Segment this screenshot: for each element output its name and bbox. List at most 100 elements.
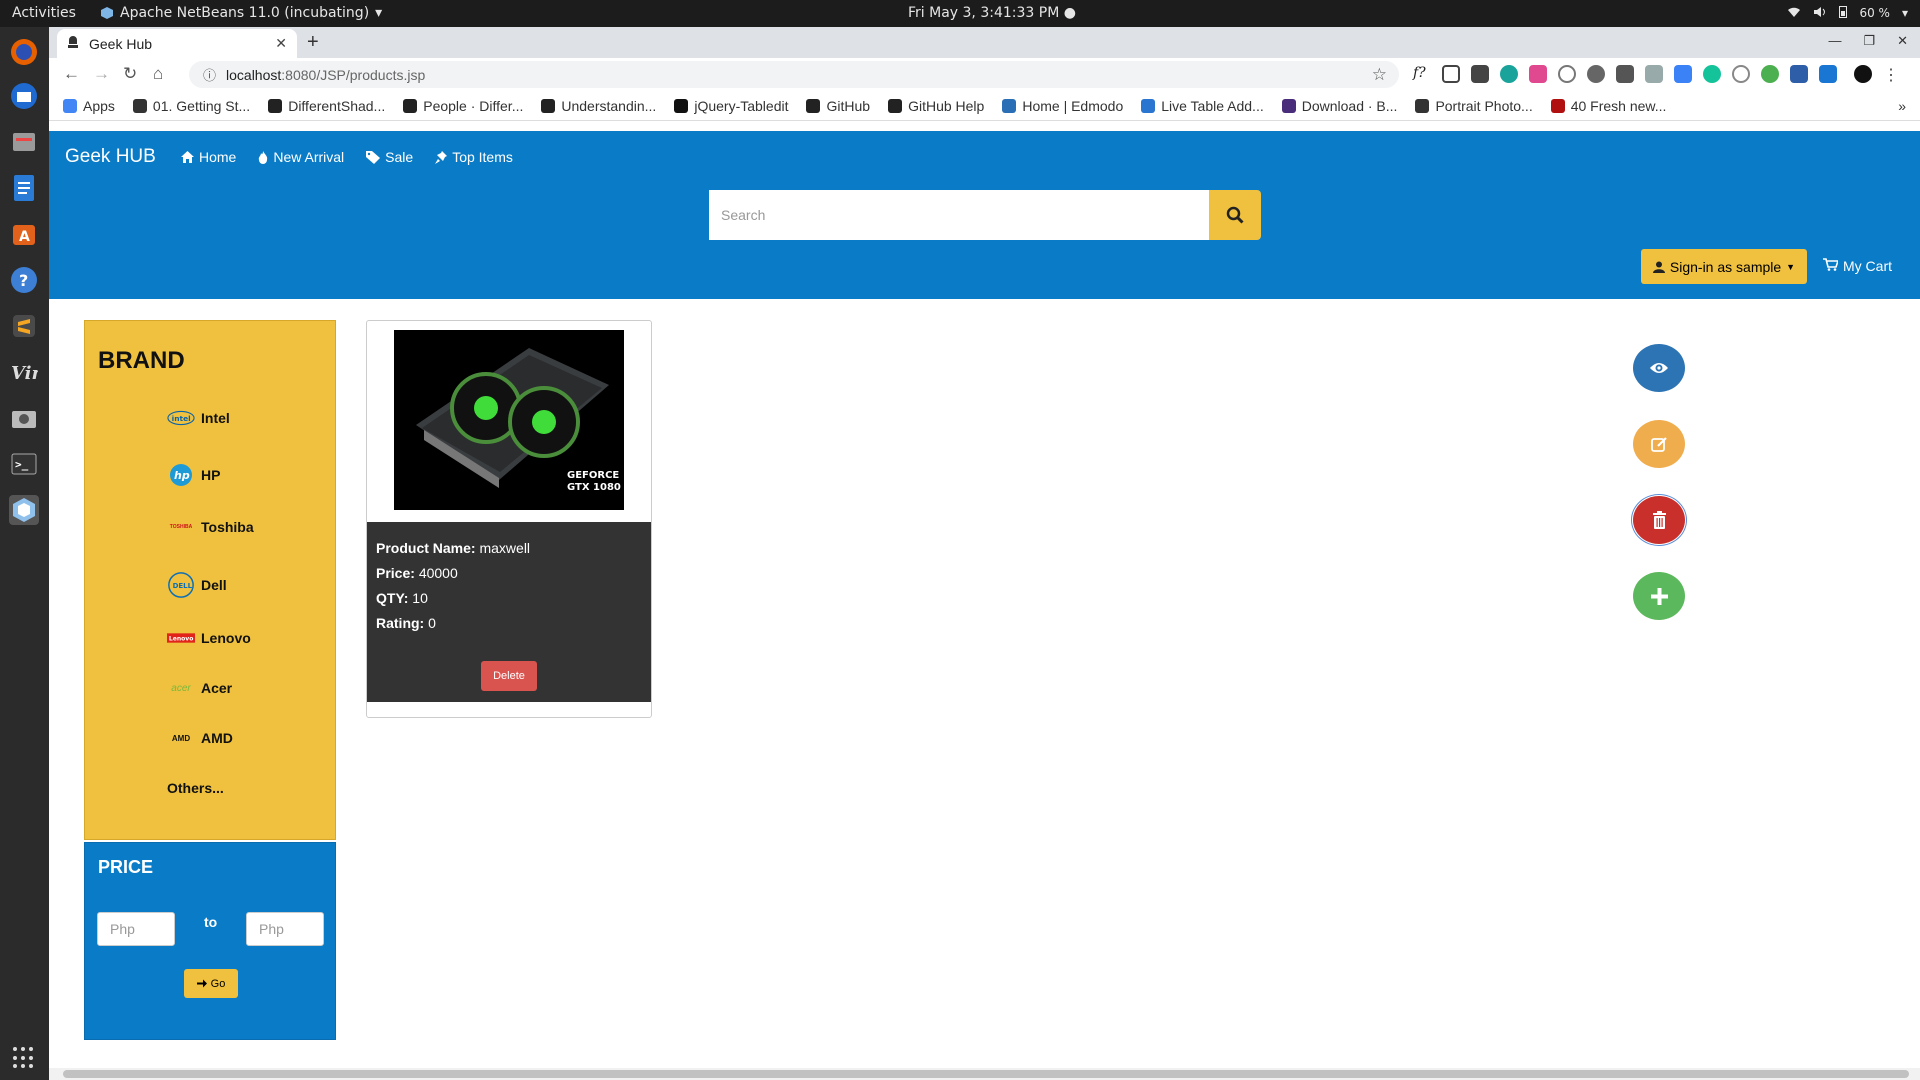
grammarly-icon[interactable] bbox=[1703, 65, 1721, 83]
site-brand[interactable]: Geek HUB bbox=[65, 146, 156, 168]
window-extension-icon[interactable] bbox=[1645, 65, 1663, 83]
shield-extension-icon[interactable] bbox=[1790, 65, 1808, 83]
bookmark-item[interactable]: 40 Fresh new... bbox=[1550, 98, 1666, 114]
price-to-label: to bbox=[204, 914, 218, 930]
brand-item-acer[interactable]: acer Acer bbox=[167, 680, 232, 696]
go-button[interactable]: Go bbox=[184, 969, 238, 998]
bookmark-item[interactable]: Apps bbox=[63, 98, 115, 114]
bookmark-item[interactable]: DifferentShad... bbox=[268, 98, 385, 114]
github-icon bbox=[541, 98, 556, 113]
bookmark-item[interactable]: Home | Edmodo bbox=[1002, 98, 1123, 114]
bookmark-item[interactable]: jQuery-Tabledit bbox=[674, 98, 788, 114]
minimize-icon[interactable]: — bbox=[1828, 33, 1841, 49]
brand-item-lenovo[interactable]: Lenovo Lenovo bbox=[167, 630, 251, 646]
brand-filter-panel: BRAND intel Intel hp HP TOSHIBA Toshiba … bbox=[84, 320, 336, 840]
blue-extension-icon[interactable] bbox=[1674, 65, 1692, 83]
edit-fab-button[interactable] bbox=[1633, 420, 1685, 468]
address-bar[interactable]: ⓘ localhost :8080/JSP/products.jsp ☆ bbox=[189, 61, 1399, 88]
cloud-extension-icon[interactable] bbox=[1819, 65, 1837, 83]
brand-item-intel[interactable]: intel Intel bbox=[167, 409, 230, 427]
eyedropper-extension-icon[interactable] bbox=[1471, 65, 1489, 83]
reload-icon[interactable]: ↻ bbox=[123, 64, 137, 84]
block-extension-icon[interactable] bbox=[1732, 65, 1750, 83]
system-tray[interactable]: 60 % ▾ bbox=[1787, 5, 1908, 21]
activities-button[interactable]: Activities bbox=[12, 5, 76, 21]
nav-new-arrival[interactable]: New Arrival bbox=[258, 149, 344, 165]
sign-in-dropdown[interactable]: Sign-in as sample ▼ bbox=[1641, 249, 1807, 284]
firefox-icon[interactable] bbox=[9, 37, 39, 67]
nav-top-items[interactable]: Top Items bbox=[435, 149, 513, 165]
restore-icon[interactable]: ❐ bbox=[1863, 33, 1875, 49]
price-min-input[interactable]: Php bbox=[97, 912, 175, 946]
home-browser-icon[interactable]: ⌂ bbox=[153, 64, 163, 84]
delete-fab-button[interactable] bbox=[1631, 494, 1687, 546]
view-fab-button[interactable] bbox=[1633, 344, 1685, 392]
camera-icon[interactable] bbox=[9, 403, 39, 433]
chevron-down-icon: ▾ bbox=[1901, 6, 1908, 20]
clock[interactable]: Fri May 3, 3:41:33 PM ● bbox=[908, 5, 1076, 21]
bookmark-label: Understandin... bbox=[561, 97, 657, 114]
app-menu[interactable]: Apache NetBeans 11.0 (incubating) ▾ bbox=[100, 5, 382, 21]
more-bookmarks-icon[interactable]: » bbox=[1898, 98, 1906, 114]
scrollbar-thumb[interactable] bbox=[63, 1070, 1909, 1078]
url-host: localhost bbox=[226, 66, 282, 83]
bookmark-item[interactable]: GitHub bbox=[806, 98, 870, 114]
brand-item-hp[interactable]: hp HP bbox=[167, 463, 220, 487]
vim-icon[interactable]: Vim bbox=[9, 357, 39, 387]
price-max-input[interactable]: Php bbox=[246, 912, 324, 946]
back-icon[interactable]: ← bbox=[63, 64, 80, 84]
nav-home[interactable]: Home bbox=[181, 149, 236, 165]
search-button[interactable] bbox=[1209, 190, 1261, 240]
writer-icon[interactable] bbox=[9, 173, 39, 203]
show-applications-icon[interactable] bbox=[13, 1047, 35, 1069]
sublime-text-icon[interactable] bbox=[9, 311, 39, 341]
forward-icon[interactable]: → bbox=[93, 64, 110, 84]
search-input[interactable]: Search bbox=[709, 190, 1209, 240]
files-icon[interactable] bbox=[9, 127, 39, 157]
netbeans-dock-icon[interactable] bbox=[9, 495, 39, 525]
home-icon bbox=[181, 151, 194, 163]
bookmark-item[interactable]: 01. Getting St... bbox=[132, 98, 250, 114]
close-icon[interactable]: ✕ bbox=[275, 35, 287, 52]
close-window-icon[interactable]: ✕ bbox=[1897, 33, 1908, 49]
brand-item-dell[interactable]: DELL Dell bbox=[167, 570, 227, 600]
bookmark-item[interactable]: Live Table Add... bbox=[1141, 98, 1264, 114]
database-extension-icon[interactable] bbox=[1616, 65, 1634, 83]
search-icon bbox=[1226, 206, 1244, 224]
tab-geek-hub[interactable]: Geek Hub ✕ bbox=[57, 29, 297, 58]
bookmark-item[interactable]: Download · B... bbox=[1281, 98, 1397, 114]
netbeans-icon bbox=[101, 7, 113, 19]
globe-extension-icon[interactable] bbox=[1761, 65, 1779, 83]
menu-kebab-icon[interactable]: ⋮ bbox=[1883, 65, 1899, 84]
help-icon[interactable]: ? bbox=[9, 265, 39, 295]
bookmark-item[interactable]: People · Differ... bbox=[403, 98, 523, 114]
product-card[interactable]: GEFORCE GTX 1080 Product Name: maxwell P… bbox=[366, 320, 652, 718]
terminal-icon[interactable]: >_ bbox=[9, 449, 39, 479]
my-cart-link[interactable]: My Cart bbox=[1823, 258, 1892, 274]
bookmark-item[interactable]: Portrait Photo... bbox=[1415, 98, 1533, 114]
formula-extension-icon[interactable]: f? bbox=[1413, 65, 1431, 83]
bookmark-item[interactable]: Understandin... bbox=[541, 98, 656, 114]
software-center-icon[interactable]: A bbox=[9, 219, 39, 249]
web-page: Geek HUB Home New Arrival Sale Top Items bbox=[49, 131, 1920, 1080]
bookmark-star-icon[interactable]: ☆ bbox=[1372, 65, 1387, 85]
nav-sale[interactable]: Sale bbox=[366, 149, 413, 165]
thunderbird-icon[interactable] bbox=[9, 81, 39, 111]
product-qty-value: 10 bbox=[412, 590, 428, 606]
bookmark-item[interactable]: GitHub Help bbox=[888, 98, 984, 114]
color-extension-icon[interactable] bbox=[1529, 65, 1547, 83]
brand-item-others[interactable]: Others... bbox=[167, 780, 224, 796]
code-extension-icon[interactable] bbox=[1558, 65, 1576, 83]
screenshot-extension-icon[interactable] bbox=[1442, 65, 1460, 83]
new-tab-button[interactable]: + bbox=[307, 31, 319, 54]
add-fab-button[interactable] bbox=[1633, 572, 1685, 620]
palette-extension-icon[interactable] bbox=[1500, 65, 1518, 83]
product-rating-label: Rating: bbox=[376, 615, 425, 631]
bookmark-label: GitHub Help bbox=[908, 97, 985, 114]
brand-item-amd[interactable]: AMD AMD bbox=[167, 730, 233, 746]
brand-item-toshiba[interactable]: TOSHIBA Toshiba bbox=[167, 519, 254, 535]
delete-product-button[interactable]: Delete bbox=[481, 661, 537, 691]
settings-extension-icon[interactable] bbox=[1587, 65, 1605, 83]
profile-avatar[interactable] bbox=[1854, 65, 1872, 83]
horizontal-scrollbar[interactable] bbox=[49, 1068, 1920, 1080]
